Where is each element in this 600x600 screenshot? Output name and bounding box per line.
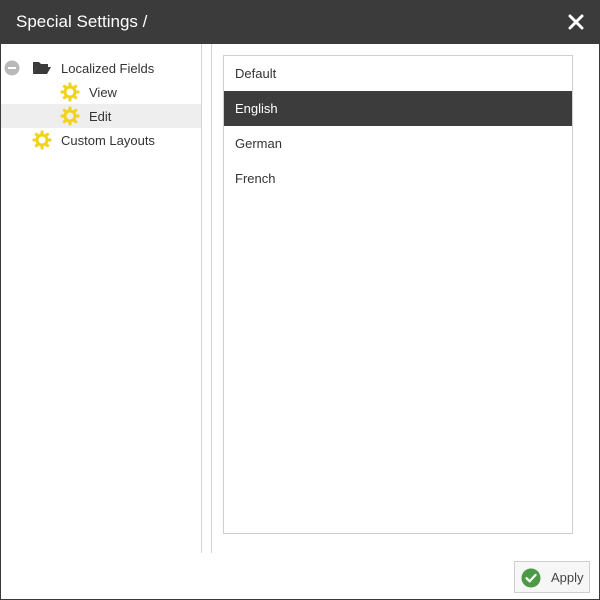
language-item-label: French [235, 171, 276, 186]
collapse-icon[interactable] [4, 60, 20, 76]
language-item-label: English [235, 101, 278, 116]
dialog-titlebar: Special Settings / [1, 1, 599, 44]
language-list: Default English German French [223, 55, 573, 534]
apply-label: Apply [551, 570, 584, 585]
folder-open-icon [32, 59, 52, 77]
gear-icon [60, 106, 80, 126]
check-circle-icon [521, 568, 541, 588]
language-item-french[interactable]: French [224, 161, 572, 196]
tree-panel: Localized Fields View Edit Custom Layout… [1, 44, 202, 553]
dialog-title: Special Settings / [16, 12, 148, 31]
tree-item-label: View [89, 85, 117, 100]
special-settings-dialog: Special Settings / Localized Fields View… [0, 0, 600, 600]
gear-icon [32, 130, 52, 150]
language-item-english[interactable]: English [224, 91, 572, 126]
tree-item-localized-fields[interactable]: Localized Fields [1, 56, 201, 80]
close-icon[interactable] [565, 11, 587, 33]
gear-icon [60, 82, 80, 102]
apply-button[interactable]: Apply [514, 561, 590, 593]
tree-item-edit[interactable]: Edit [1, 104, 201, 128]
language-item-default[interactable]: Default [224, 56, 572, 91]
tree-item-view[interactable]: View [1, 80, 201, 104]
tree-item-label: Custom Layouts [61, 133, 155, 148]
language-item-label: Default [235, 66, 277, 81]
language-item-label: German [235, 136, 282, 151]
tree-item-label: Edit [89, 109, 112, 124]
tree-item-custom-layouts[interactable]: Custom Layouts [1, 128, 201, 152]
panel-splitter[interactable] [202, 44, 212, 553]
language-item-german[interactable]: German [224, 126, 572, 161]
tree-item-label: Localized Fields [61, 61, 155, 76]
